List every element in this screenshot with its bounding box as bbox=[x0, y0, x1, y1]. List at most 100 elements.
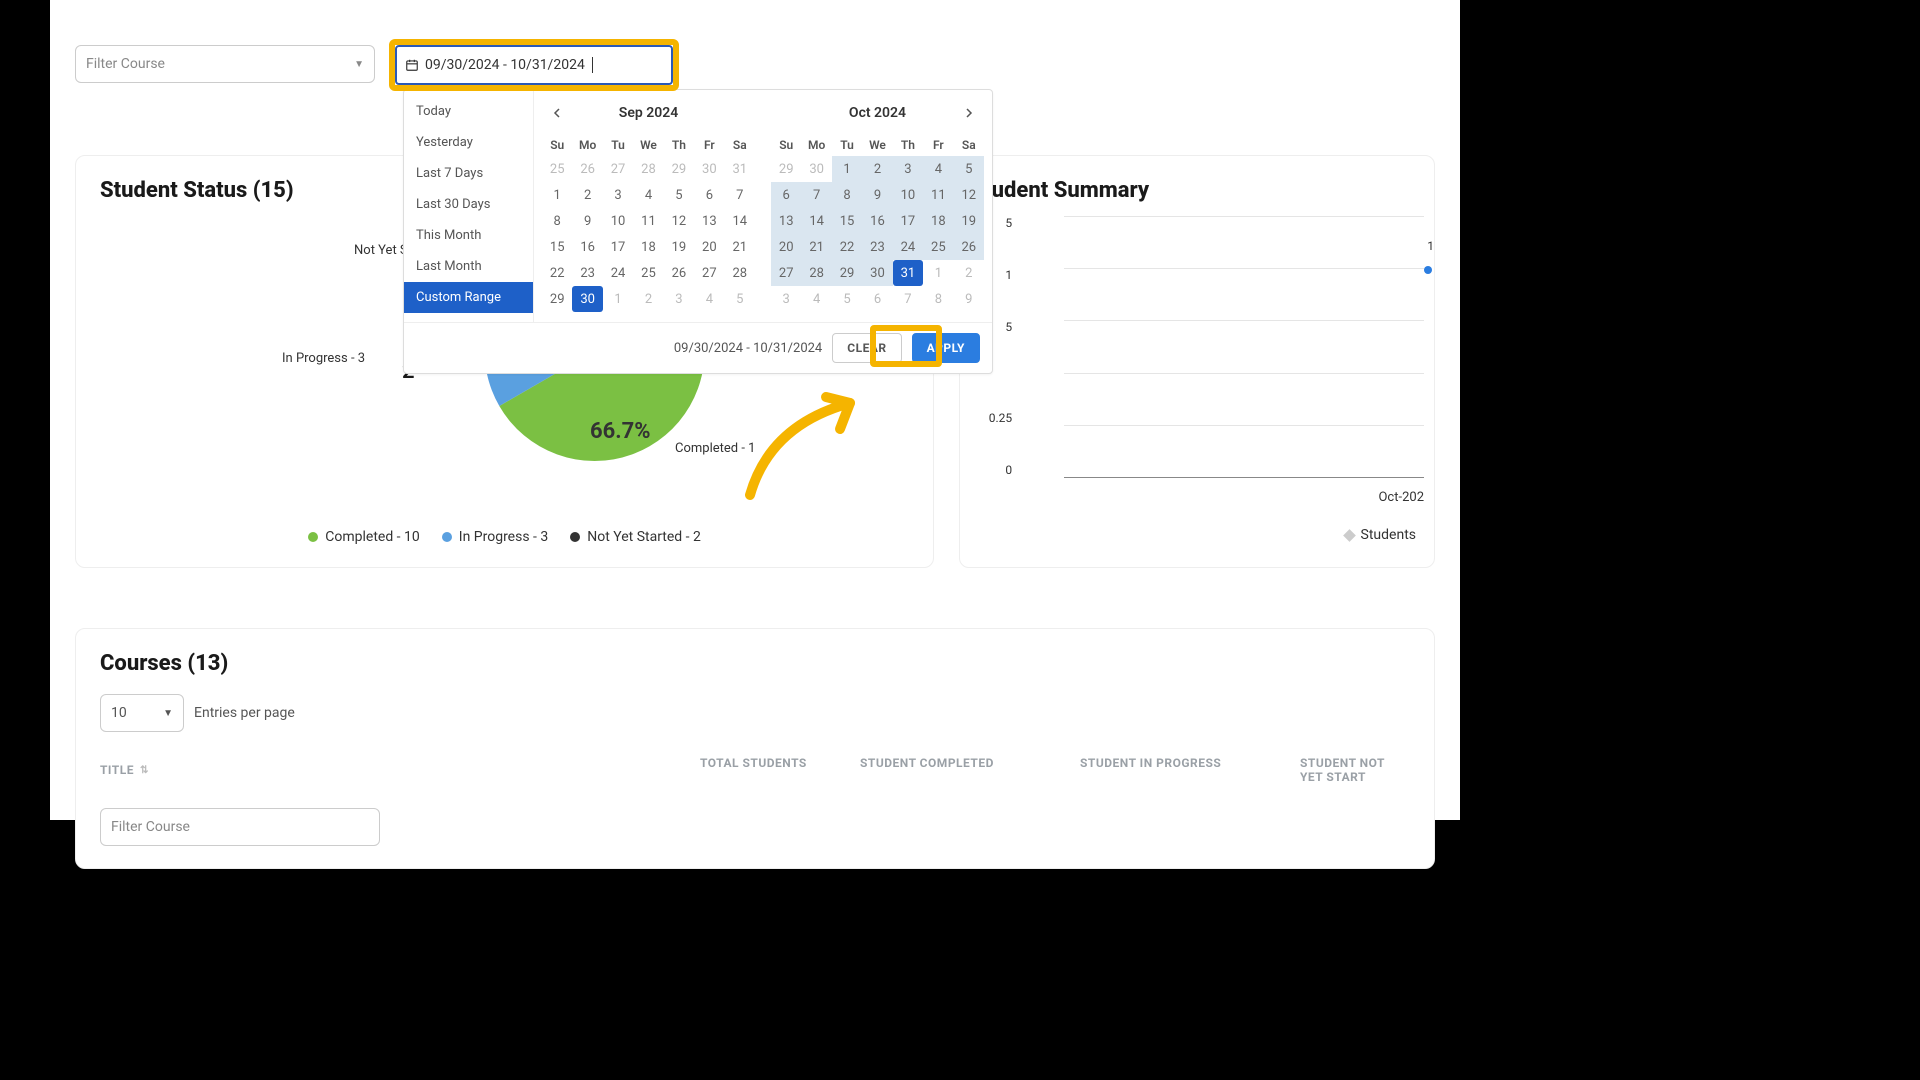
calendar-day[interactable]: 15 bbox=[832, 208, 862, 234]
calendar-day[interactable]: 1 bbox=[542, 182, 572, 208]
preset-item[interactable]: Today bbox=[404, 96, 533, 127]
col-completed[interactable]: STUDENT COMPLETED bbox=[860, 756, 1080, 784]
calendar-day[interactable]: 2 bbox=[572, 182, 602, 208]
legend-in-progress[interactable]: In Progress - 3 bbox=[442, 529, 548, 545]
calendar-day[interactable]: 3 bbox=[603, 182, 633, 208]
calendar-day: 9 bbox=[954, 286, 984, 312]
prev-month-button[interactable] bbox=[546, 102, 568, 124]
calendar-day: 5 bbox=[725, 286, 755, 312]
clear-button[interactable]: CLEAR bbox=[832, 333, 901, 363]
calendar-day[interactable]: 18 bbox=[633, 234, 663, 260]
calendar-day[interactable]: 8 bbox=[832, 182, 862, 208]
calendar-day: 4 bbox=[694, 286, 724, 312]
calendar-day[interactable]: 27 bbox=[694, 260, 724, 286]
calendar-left-grid: SuMoTuWeThFrSa25262728293031123456789101… bbox=[542, 134, 755, 312]
calendar-day[interactable]: 7 bbox=[725, 182, 755, 208]
calendar-day[interactable]: 24 bbox=[893, 234, 923, 260]
preset-item[interactable]: Last 7 Days bbox=[404, 158, 533, 189]
col-total[interactable]: TOTAL STUDENTS bbox=[700, 756, 860, 784]
calendar-day[interactable]: 14 bbox=[801, 208, 831, 234]
calendar-day[interactable]: 14 bbox=[725, 208, 755, 234]
calendar-day[interactable]: 20 bbox=[694, 234, 724, 260]
calendar-day[interactable]: 5 bbox=[664, 182, 694, 208]
calendar-day[interactable]: 6 bbox=[694, 182, 724, 208]
calendar-day[interactable]: 21 bbox=[725, 234, 755, 260]
calendar-day[interactable]: 28 bbox=[801, 260, 831, 286]
preset-item[interactable]: This Month bbox=[404, 220, 533, 251]
calendar-day[interactable]: 30 bbox=[572, 286, 602, 312]
calendar-day[interactable]: 18 bbox=[923, 208, 953, 234]
calendar-day[interactable]: 12 bbox=[954, 182, 984, 208]
preset-item[interactable]: Custom Range bbox=[404, 282, 533, 313]
calendar-day[interactable]: 24 bbox=[603, 260, 633, 286]
calendar-day[interactable]: 31 bbox=[893, 260, 923, 286]
calendar-day[interactable]: 10 bbox=[893, 182, 923, 208]
calendar-day[interactable]: 10 bbox=[603, 208, 633, 234]
calendar-day: 26 bbox=[572, 156, 602, 182]
calendar-day[interactable]: 26 bbox=[954, 234, 984, 260]
calendar-day[interactable]: 22 bbox=[832, 234, 862, 260]
calendar-day: 3 bbox=[664, 286, 694, 312]
right-month-title: Oct 2024 bbox=[849, 105, 906, 121]
calendar-day[interactable]: 26 bbox=[664, 260, 694, 286]
day-of-week: We bbox=[862, 134, 892, 156]
calendar-day[interactable]: 3 bbox=[893, 156, 923, 182]
calendar-day[interactable]: 4 bbox=[633, 182, 663, 208]
calendar-day[interactable]: 23 bbox=[862, 234, 892, 260]
calendar-day[interactable]: 11 bbox=[633, 208, 663, 234]
calendar-day[interactable]: 17 bbox=[893, 208, 923, 234]
calendar-day[interactable]: 19 bbox=[664, 234, 694, 260]
calendar-day[interactable]: 8 bbox=[542, 208, 572, 234]
calendar-day[interactable]: 16 bbox=[572, 234, 602, 260]
calendar-day[interactable]: 11 bbox=[923, 182, 953, 208]
calendar-day[interactable]: 30 bbox=[862, 260, 892, 286]
preset-item[interactable]: Last 30 Days bbox=[404, 189, 533, 220]
calendar-day[interactable]: 1 bbox=[832, 156, 862, 182]
calendar-day[interactable]: 21 bbox=[801, 234, 831, 260]
preset-item[interactable]: Last Month bbox=[404, 251, 533, 282]
diamond-icon bbox=[1343, 529, 1356, 542]
label-completed: Completed - 1 bbox=[675, 441, 755, 456]
calendar-day[interactable]: 12 bbox=[664, 208, 694, 234]
calendar-day[interactable]: 29 bbox=[832, 260, 862, 286]
calendar-day[interactable]: 27 bbox=[771, 260, 801, 286]
calendar-day[interactable]: 13 bbox=[771, 208, 801, 234]
chevron-down-icon: ▼ bbox=[354, 59, 364, 70]
calendar-day[interactable]: 28 bbox=[725, 260, 755, 286]
next-month-button[interactable] bbox=[958, 102, 980, 124]
entries-per-page-select[interactable]: 10 ▼ bbox=[100, 694, 184, 732]
calendar-day[interactable]: 9 bbox=[572, 208, 602, 234]
date-range-input[interactable]: 09/30/2024 - 10/31/2024 bbox=[395, 45, 673, 85]
filter-course-select[interactable]: Filter Course ▼ bbox=[75, 45, 375, 83]
calendar-day[interactable]: 7 bbox=[801, 182, 831, 208]
date-range-value: 09/30/2024 - 10/31/2024 bbox=[425, 57, 585, 73]
legend-completed[interactable]: Completed - 10 bbox=[308, 529, 420, 545]
apply-button[interactable]: APPLY bbox=[912, 333, 980, 363]
col-notstart[interactable]: STUDENT NOT YET START bbox=[1300, 756, 1410, 784]
calendar-day[interactable]: 4 bbox=[923, 156, 953, 182]
calendar-day[interactable]: 2 bbox=[862, 156, 892, 182]
calendar-day[interactable]: 5 bbox=[954, 156, 984, 182]
calendar-day[interactable]: 15 bbox=[542, 234, 572, 260]
summary-legend[interactable]: Students bbox=[1345, 527, 1416, 543]
calendar-day[interactable]: 25 bbox=[923, 234, 953, 260]
status-legend: Completed - 10 In Progress - 3 Not Yet S… bbox=[100, 529, 909, 545]
calendar-day[interactable]: 6 bbox=[771, 182, 801, 208]
calendar-day[interactable]: 13 bbox=[694, 208, 724, 234]
calendar-day[interactable]: 23 bbox=[572, 260, 602, 286]
calendar-day[interactable]: 22 bbox=[542, 260, 572, 286]
calendar-day[interactable]: 20 bbox=[771, 234, 801, 260]
calendar-day: 6 bbox=[862, 286, 892, 312]
calendar-day[interactable]: 19 bbox=[954, 208, 984, 234]
col-progress[interactable]: STUDENT IN PROGRESS bbox=[1080, 756, 1300, 784]
calendar-day: 2 bbox=[954, 260, 984, 286]
col-title[interactable]: TITLE⇅ bbox=[100, 756, 700, 784]
calendar-day[interactable]: 17 bbox=[603, 234, 633, 260]
legend-not-started[interactable]: Not Yet Started - 2 bbox=[570, 529, 701, 545]
calendar-day[interactable]: 9 bbox=[862, 182, 892, 208]
calendar-day[interactable]: 29 bbox=[542, 286, 572, 312]
preset-item[interactable]: Yesterday bbox=[404, 127, 533, 158]
calendar-day[interactable]: 16 bbox=[862, 208, 892, 234]
filter-course-table[interactable]: Filter Course bbox=[100, 808, 380, 846]
calendar-day[interactable]: 25 bbox=[633, 260, 663, 286]
